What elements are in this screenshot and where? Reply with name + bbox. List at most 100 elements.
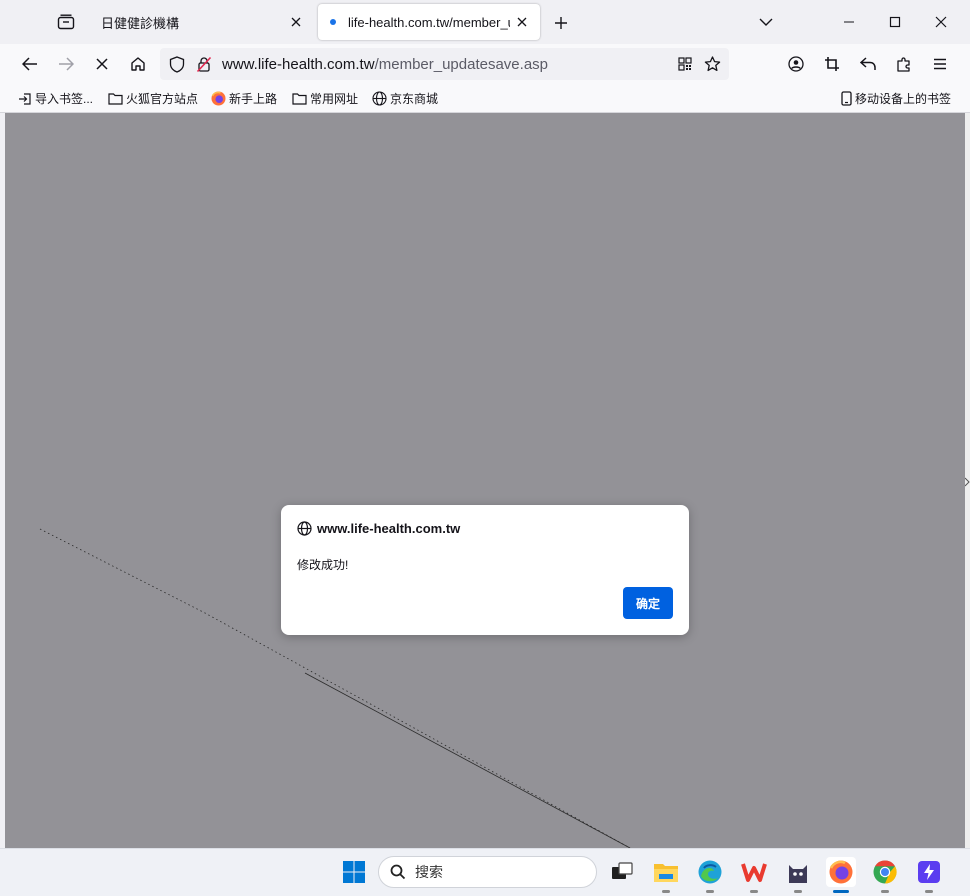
loading-favicon-icon bbox=[330, 19, 336, 25]
firefox-view-icon bbox=[57, 14, 75, 30]
dialog-ok-button[interactable]: 确定 bbox=[623, 587, 673, 619]
window-close-button[interactable] bbox=[926, 8, 956, 36]
stop-button[interactable] bbox=[88, 50, 116, 78]
running-indicator bbox=[881, 890, 889, 893]
wps-icon bbox=[741, 863, 767, 882]
bookmark-common-sites[interactable]: 常用网址 bbox=[292, 90, 358, 107]
task-view-button[interactable] bbox=[607, 857, 637, 887]
chevron-down-icon bbox=[759, 18, 773, 26]
bookmark-label: 移动设备上的书签 bbox=[855, 92, 952, 106]
bookmark-label: 火狐官方站点 bbox=[126, 92, 199, 106]
list-all-tabs-button[interactable] bbox=[751, 8, 781, 36]
active-indicator bbox=[833, 890, 849, 893]
windows-logo-icon bbox=[343, 861, 365, 883]
forward-button[interactable] bbox=[52, 50, 80, 78]
insecure-lock-icon[interactable] bbox=[196, 56, 212, 73]
bookmark-import[interactable]: 导入书签... bbox=[18, 90, 93, 107]
menu-button[interactable] bbox=[926, 50, 954, 78]
taskbar-edge[interactable] bbox=[695, 857, 725, 893]
arrow-right-icon bbox=[59, 57, 74, 71]
url-bar[interactable]: www.life-health.com.tw/member_updatesave… bbox=[160, 48, 729, 80]
account-button[interactable] bbox=[782, 50, 810, 78]
close-icon bbox=[291, 17, 301, 27]
taskbar-cat-app[interactable] bbox=[783, 857, 813, 893]
bolt-icon bbox=[918, 861, 940, 883]
start-button[interactable] bbox=[339, 857, 369, 887]
dialog-title: www.life-health.com.tw bbox=[297, 521, 460, 536]
mobile-device-icon bbox=[841, 91, 852, 106]
home-button[interactable] bbox=[124, 50, 152, 78]
extensions-button[interactable] bbox=[890, 50, 918, 78]
back-button[interactable] bbox=[16, 50, 44, 78]
bookmark-label: 常用网址 bbox=[310, 92, 359, 106]
undo-button[interactable] bbox=[854, 50, 882, 78]
search-label: 搜索 bbox=[415, 864, 443, 880]
qr-code-icon[interactable] bbox=[678, 57, 692, 71]
folder-icon bbox=[654, 864, 678, 882]
firefox-view-button[interactable] bbox=[52, 10, 80, 34]
page-content-overlay: www.life-health.com.tw 修改成功! 确定 bbox=[5, 113, 965, 848]
bookmark-label: 新手上路 bbox=[229, 92, 278, 106]
import-icon bbox=[19, 92, 31, 105]
tab-life-health-home[interactable]: 日健健診機構 bbox=[90, 4, 314, 40]
running-indicator bbox=[750, 890, 758, 893]
running-indicator bbox=[706, 890, 714, 893]
taskbar-firefox[interactable] bbox=[826, 857, 856, 893]
taskbar-bolt-app[interactable] bbox=[914, 857, 944, 893]
taskbar-chrome[interactable] bbox=[870, 857, 900, 893]
search-icon bbox=[390, 864, 406, 880]
tab-title: life-health.com.tw/member_u bbox=[348, 14, 510, 30]
running-indicator bbox=[794, 890, 802, 893]
windows-taskbar: 搜索 bbox=[0, 848, 970, 896]
puzzle-icon bbox=[897, 57, 910, 72]
dialog-origin: www.life-health.com.tw bbox=[317, 521, 461, 536]
scroll-arrow-icon bbox=[965, 477, 970, 487]
running-indicator bbox=[662, 890, 670, 893]
minimize-button[interactable] bbox=[834, 8, 864, 36]
bookmark-getting-started[interactable]: 新手上路 bbox=[211, 90, 277, 107]
maximize-button[interactable] bbox=[880, 8, 910, 36]
bookmark-jd[interactable]: 京东商城 bbox=[372, 90, 438, 107]
tab-title: 日健健診機構 bbox=[101, 15, 180, 31]
task-view-icon bbox=[612, 862, 633, 879]
account-icon bbox=[788, 56, 804, 72]
edge-icon bbox=[698, 860, 722, 884]
taskbar-search[interactable]: 搜索 bbox=[378, 856, 597, 888]
undo-arrow-icon bbox=[860, 57, 876, 70]
arrow-left-icon bbox=[22, 57, 37, 71]
minimize-icon bbox=[844, 21, 854, 23]
url-text[interactable]: www.life-health.com.tw/member_updatesave… bbox=[222, 56, 548, 73]
globe-icon bbox=[297, 521, 312, 536]
tab-close-button[interactable] bbox=[284, 10, 308, 34]
close-icon bbox=[517, 17, 527, 27]
home-icon bbox=[131, 57, 145, 71]
firefox-icon bbox=[829, 860, 853, 884]
alert-dialog: www.life-health.com.tw 修改成功! 确定 bbox=[281, 505, 689, 635]
mobile-bookmarks[interactable]: 移动设备上的书签 bbox=[841, 90, 951, 107]
tab-close-button[interactable] bbox=[510, 10, 534, 34]
globe-icon bbox=[372, 91, 387, 106]
side-page-fragment bbox=[965, 113, 970, 848]
bookmark-label: 导入书签... bbox=[35, 92, 94, 106]
firefox-icon bbox=[211, 91, 226, 106]
running-indicator bbox=[925, 890, 933, 893]
maximize-icon bbox=[889, 16, 901, 28]
tab-member-updatesave[interactable]: life-health.com.tw/member_u bbox=[318, 4, 540, 40]
folder-icon bbox=[292, 93, 307, 105]
folder-icon bbox=[108, 93, 123, 105]
url-path: /member_updatesave.asp bbox=[374, 56, 548, 73]
navigation-toolbar: www.life-health.com.tw/member_updatesave… bbox=[0, 44, 970, 84]
stop-icon bbox=[96, 58, 108, 70]
taskbar-wps[interactable] bbox=[739, 857, 769, 893]
bookmark-firefox-site[interactable]: 火狐官方站点 bbox=[108, 90, 198, 107]
bookmarks-toolbar: 导入书签... 火狐官方站点 新手上路 常用网址 京东商城 移动设备上的书签 bbox=[0, 84, 970, 113]
screenshot-button[interactable] bbox=[818, 50, 846, 78]
dialog-message: 修改成功! bbox=[297, 558, 349, 572]
star-icon[interactable] bbox=[704, 56, 721, 72]
taskbar-file-explorer[interactable] bbox=[651, 857, 681, 893]
page-decorative-line bbox=[39, 528, 631, 848]
close-icon bbox=[935, 16, 947, 28]
plus-icon bbox=[555, 17, 567, 29]
chrome-icon bbox=[873, 860, 897, 884]
new-tab-button[interactable] bbox=[548, 10, 574, 36]
